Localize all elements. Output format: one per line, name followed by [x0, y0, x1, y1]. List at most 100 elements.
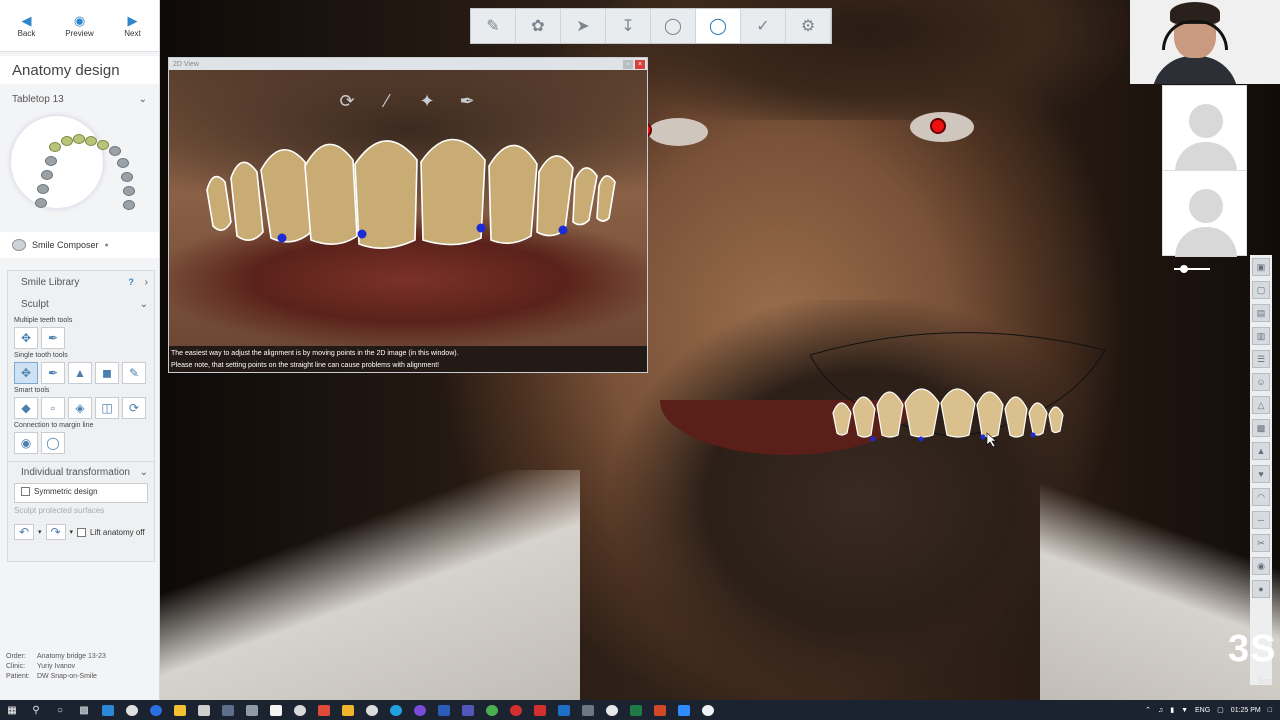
layers-icon[interactable]: ☰ — [1252, 350, 1270, 368]
display-icon[interactable]: ▢ — [1217, 706, 1224, 714]
word-icon[interactable] — [432, 700, 456, 720]
viber-icon[interactable] — [408, 700, 432, 720]
tooth-15[interactable] — [41, 170, 53, 180]
tooth-app-icon[interactable] — [600, 700, 624, 720]
margin-icon[interactable]: ✿ — [516, 9, 561, 43]
individual-transformation-header[interactable]: Individual transformation ⌄ — [8, 461, 154, 483]
line-icon[interactable]: ⁄ — [374, 88, 400, 114]
excel-icon[interactable] — [624, 700, 648, 720]
clock[interactable]: 01:25 PM — [1231, 707, 1261, 714]
monitor-icon[interactable] — [576, 700, 600, 720]
store-icon[interactable] — [192, 700, 216, 720]
face-icon[interactable]: ☺ — [1252, 373, 1270, 391]
view-back-icon[interactable]: ▥ — [1252, 327, 1270, 345]
battery-icon[interactable]: ▮ — [1170, 706, 1174, 714]
preview-button[interactable]: ◉ Preview — [55, 13, 105, 38]
clip-icon[interactable]: ✂ — [1252, 534, 1270, 552]
language-indicator[interactable]: ENG — [1195, 707, 1210, 714]
anatomy-icon[interactable]: ◯ — [696, 9, 741, 43]
insertion-icon[interactable]: ➤ — [561, 9, 606, 43]
symmetric-design-checkbox[interactable]: Symmetric design — [15, 484, 147, 499]
tabletop-header[interactable]: Tabletop 13 ⌄ — [0, 90, 159, 108]
task-view-icon[interactable]: ▩ — [72, 700, 96, 720]
folder-icon[interactable] — [168, 700, 192, 720]
undo-dropdown-icon[interactable]: ▾ — [38, 528, 42, 536]
windows-start-icon[interactable]: ▦ — [0, 700, 24, 720]
smile-composer-toggle[interactable]: Smile Composer ● — [0, 232, 159, 258]
model-icon[interactable]: ▩ — [1252, 419, 1270, 437]
tooth-23[interactable] — [109, 146, 121, 156]
outlook-icon[interactable] — [552, 700, 576, 720]
help-icon[interactable]: ? — [128, 277, 134, 287]
tooth-13[interactable] — [49, 142, 61, 152]
network-icon[interactable]: ▼ — [1181, 707, 1188, 714]
tooth-chart[interactable] — [5, 110, 155, 226]
globe-icon[interactable] — [360, 700, 384, 720]
points-icon[interactable]: ✦ — [414, 88, 440, 114]
tooth-22[interactable] — [97, 140, 109, 150]
chrome-2-icon[interactable] — [480, 700, 504, 720]
smart-blank-tool-icon[interactable]: ▫ — [41, 397, 65, 419]
warning-icon[interactable]: △ — [1252, 396, 1270, 414]
single-move-tool-icon[interactable]: ✥ — [14, 362, 38, 384]
wax-tool-icon[interactable]: ◼ — [95, 362, 119, 384]
tooth-14[interactable] — [45, 156, 57, 166]
search-icon[interactable]: ⚲ — [24, 700, 48, 720]
skype-icon[interactable] — [384, 700, 408, 720]
acrobat-icon[interactable] — [528, 700, 552, 720]
multi-move-tool-icon[interactable]: ✥ — [14, 327, 38, 349]
teams-icon[interactable] — [456, 700, 480, 720]
view-top-icon[interactable]: ▢ — [1252, 281, 1270, 299]
cortana-icon[interactable]: ○ — [48, 700, 72, 720]
edge-icon[interactable] — [96, 700, 120, 720]
transparency-slider[interactable] — [1162, 258, 1242, 298]
view-2d-image[interactable]: ⟳ ⁄ ✦ ✒ — [169, 70, 647, 346]
lift-anatomy-checkbox[interactable] — [77, 527, 87, 537]
smart-contact-tool-icon[interactable]: ◈ — [68, 397, 92, 419]
tooth-12[interactable] — [61, 136, 73, 146]
undo-icon[interactable]: ↶ — [14, 524, 34, 540]
tooth-16[interactable] — [37, 184, 49, 194]
tooth-view-icon[interactable]: ♥ — [1252, 465, 1270, 483]
tooth-25[interactable] — [121, 172, 133, 182]
browser-icon[interactable] — [144, 700, 168, 720]
view-side-icon[interactable]: ▤ — [1252, 304, 1270, 322]
opera-icon[interactable] — [504, 700, 528, 720]
tooth-icon[interactable]: ◯ — [651, 9, 696, 43]
file-icon[interactable] — [264, 700, 288, 720]
notification-icon[interactable]: □ — [1268, 707, 1272, 714]
volume-icon[interactable]: ♫ — [1158, 707, 1163, 714]
multi-sculpt-tool-icon[interactable]: ✒ — [41, 327, 65, 349]
paint-icon[interactable] — [288, 700, 312, 720]
color-icon[interactable]: ◉ — [1252, 557, 1270, 575]
redo-icon[interactable]: ↷ — [45, 524, 66, 540]
smart-shape-tool-icon[interactable]: ◆ — [14, 397, 38, 419]
tooth-24[interactable] — [117, 158, 129, 168]
measure-icon[interactable]: ─ — [1252, 511, 1270, 529]
explorer-icon[interactable] — [336, 700, 360, 720]
eye-marker-right[interactable] — [930, 118, 946, 134]
close-icon[interactable]: × — [635, 59, 645, 69]
calculator-icon[interactable] — [216, 700, 240, 720]
zoom-icon[interactable] — [672, 700, 696, 720]
powerpoint-icon[interactable] — [648, 700, 672, 720]
smart-width-tool-icon[interactable]: ◫ — [95, 397, 119, 419]
slider-knob[interactable] — [1180, 265, 1188, 273]
tooth-21[interactable] — [85, 136, 97, 146]
dental-app-icon[interactable] — [696, 700, 720, 720]
tooth-17[interactable] — [35, 198, 47, 208]
smooth-tool-icon[interactable]: ▲ — [68, 362, 92, 384]
minimize-icon[interactable]: ▫ — [623, 59, 633, 69]
tooth-27[interactable] — [123, 200, 135, 210]
download-icon[interactable]: ↧ — [606, 9, 651, 43]
chevron-up-icon[interactable]: ⌃ — [1145, 706, 1151, 714]
next-button[interactable]: ▶ Next — [108, 13, 158, 38]
view-2d-titlebar[interactable]: 2D View ▫ × — [169, 58, 647, 70]
refresh-icon[interactable]: ⟳ — [334, 88, 360, 114]
smart-rotate-tool-icon[interactable]: ⟳ — [122, 397, 146, 419]
view-front-icon[interactable]: ▣ — [1252, 258, 1270, 276]
tooth-11[interactable] — [73, 134, 85, 144]
smile-icon[interactable]: ✓ — [741, 9, 786, 43]
tooth-26[interactable] — [123, 186, 135, 196]
smile-teeth-overlay[interactable] — [805, 325, 1115, 455]
